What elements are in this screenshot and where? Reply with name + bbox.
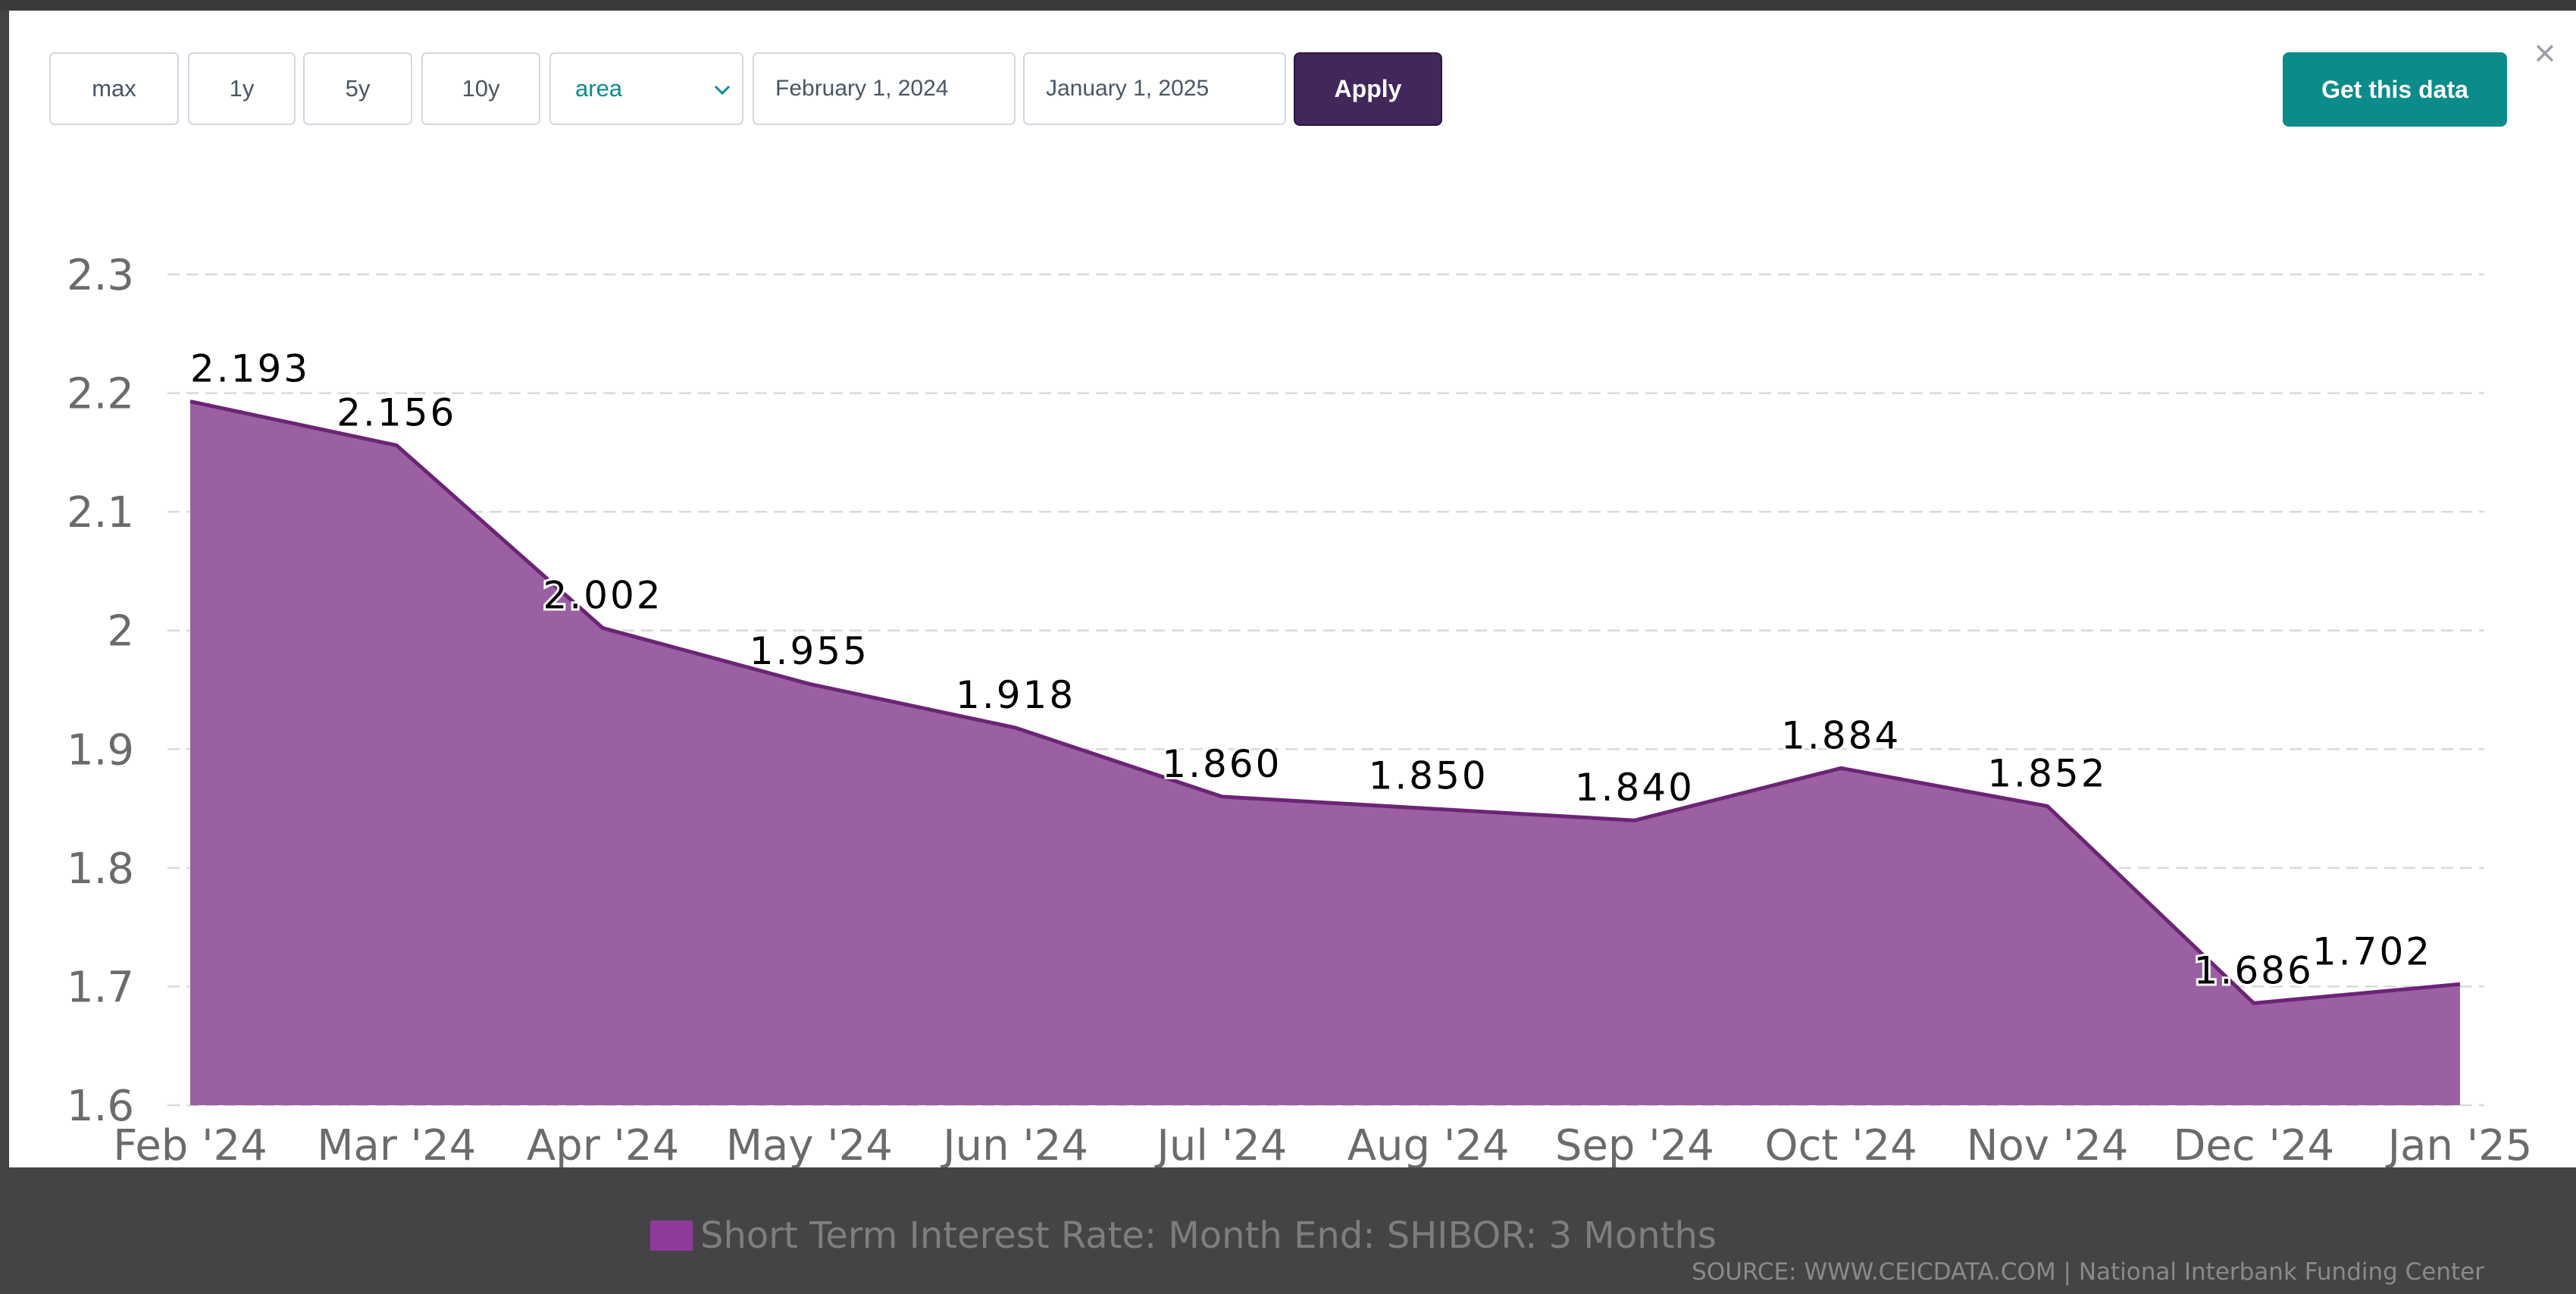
x-tick-label: Jul '24 [1154,1121,1287,1167]
x-tick-label: Dec '24 [2173,1121,2334,1167]
y-tick-label: 1.7 [67,963,134,1012]
y-tick-label: 1.8 [67,844,134,894]
x-tick-label: Jun '24 [941,1121,1088,1167]
legend-swatch [650,1220,693,1251]
y-tick-label: 2 [107,607,134,656]
data-label: 1.702 [2312,929,2432,973]
data-label: 1.840 [1575,766,1695,810]
y-tick-label: 2.1 [67,488,134,537]
data-label: 1.852 [1987,751,2107,795]
x-tick-label: Oct '24 [1765,1121,1917,1167]
area-chart: 1.61.71.81.922.12.22.3 Feb '24 Mar '24 Apr… [67,251,2532,1167]
data-label: 2.156 [336,390,456,434]
x-tick-label: May '24 [726,1121,893,1167]
x-tick-label: Aug '24 [1347,1121,1510,1167]
data-label: 2.002 [543,574,662,618]
chart-legend[interactable]: Short Term Interest Rate: Month End: SHI… [650,1213,1717,1258]
data-label: 2.193 [190,347,310,391]
area-fill [190,401,2460,1105]
y-axis-ticks: 1.61.71.81.922.12.22.3 [67,251,134,1131]
x-tick-label: Feb '24 [113,1121,268,1167]
y-tick-label: 2.2 [67,370,134,419]
chart-area-series [189,399,2461,1105]
x-tick-label: Mar '24 [317,1121,476,1167]
x-axis-ticks: Feb '24 Mar '24 Apr '24 May '24 Jun '24 Jul '… [113,1121,2532,1167]
x-tick-label: Nov '24 [1967,1121,2129,1167]
data-label: 1.955 [750,629,869,673]
x-tick-label: Jan '25 [2386,1121,2533,1167]
y-tick-label: 1.9 [67,725,134,775]
data-label: 1.918 [956,673,1075,717]
data-label: 1.686 [2194,948,2314,992]
x-tick-label: Sep '24 [1555,1121,1714,1167]
data-label: 1.850 [1369,754,1488,798]
y-tick-label: 2.3 [67,251,134,300]
legend-label: Short Term Interest Rate: Month End: SHI… [700,1214,1717,1257]
data-label: 1.884 [1781,713,1901,757]
x-tick-label: Apr '24 [527,1121,679,1167]
data-label: 1.860 [1162,742,1282,786]
source-attribution: SOURCE: WWW.CEICDATA.COM | National Inte… [1692,1258,2484,1286]
